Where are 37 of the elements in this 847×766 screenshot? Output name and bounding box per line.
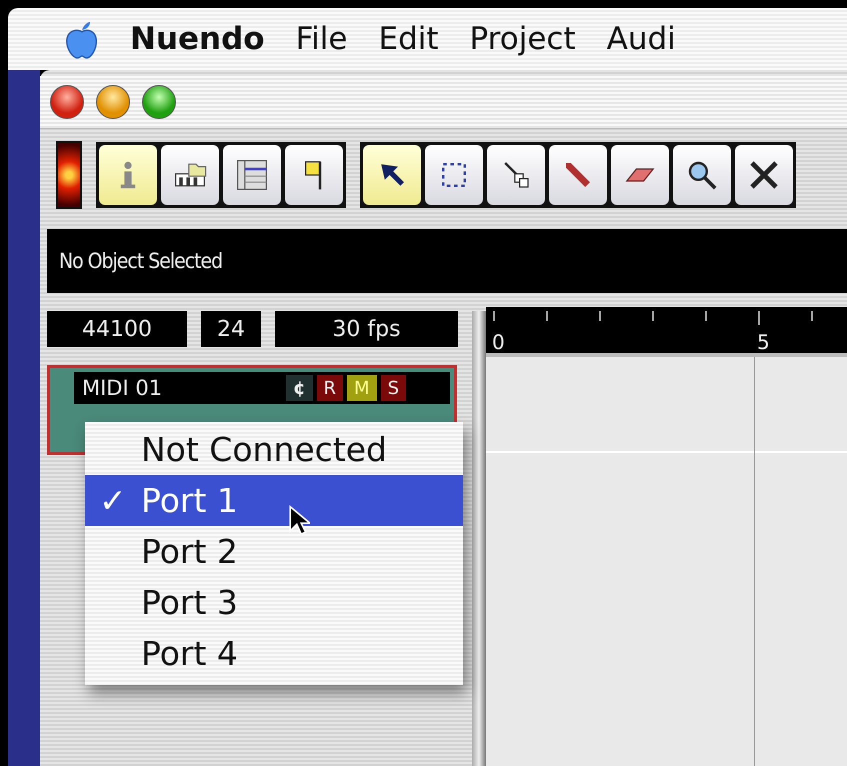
port-menu-item[interactable]: Port 3	[85, 577, 463, 628]
mute-tool-button[interactable]	[735, 145, 793, 205]
port-menu-item[interactable]: ✓ Port 1	[85, 475, 463, 526]
port-menu-item[interactable]: Port 4	[85, 628, 463, 679]
track-toggle-button[interactable]: S	[380, 375, 406, 401]
menu-item[interactable]: Edit	[378, 21, 439, 57]
menu-item[interactable]: Audi	[606, 21, 676, 57]
splitter-bar[interactable]	[472, 311, 486, 766]
timeline-ruler[interactable]: 0 5	[486, 307, 847, 353]
check-mark: ✓	[99, 481, 127, 520]
erase-tool-button[interactable]	[611, 145, 669, 205]
close-button[interactable]	[50, 85, 84, 119]
edit-button[interactable]: ¢	[286, 375, 313, 401]
track-name: MIDI 01	[81, 376, 164, 400]
minimize-button[interactable]	[96, 85, 130, 119]
menu-item[interactable]: Nuendo	[130, 21, 265, 57]
ruler-label: 0	[492, 331, 505, 353]
port-menu-item[interactable]: Port 2	[85, 526, 463, 577]
pool-tool-button[interactable]	[161, 145, 219, 205]
menu-item[interactable]: Project	[470, 21, 576, 57]
apple-logo-icon[interactable]	[64, 19, 100, 59]
track-toggle-button[interactable]: R	[316, 375, 344, 401]
arrow-tool-button[interactable]	[363, 145, 421, 205]
project-setting-field[interactable]: 24	[201, 311, 261, 347]
glue-tool-button[interactable]	[549, 145, 607, 205]
browser-tool-button[interactable]	[223, 145, 281, 205]
marker-tool-button[interactable]	[285, 145, 343, 205]
menu-item[interactable]: File	[296, 21, 348, 57]
info-text: No Object Selected	[59, 249, 222, 273]
project-setting-field[interactable]: 44100	[47, 311, 187, 347]
range-tool-button[interactable]	[425, 145, 483, 205]
project-setting-field[interactable]: 30 fps	[275, 311, 458, 347]
zoom-tool-button[interactable]	[673, 145, 731, 205]
zoom-button[interactable]	[142, 85, 176, 119]
list-icon	[234, 157, 270, 193]
ruler-label: 5	[757, 331, 770, 353]
split-tool-button[interactable]	[487, 145, 545, 205]
